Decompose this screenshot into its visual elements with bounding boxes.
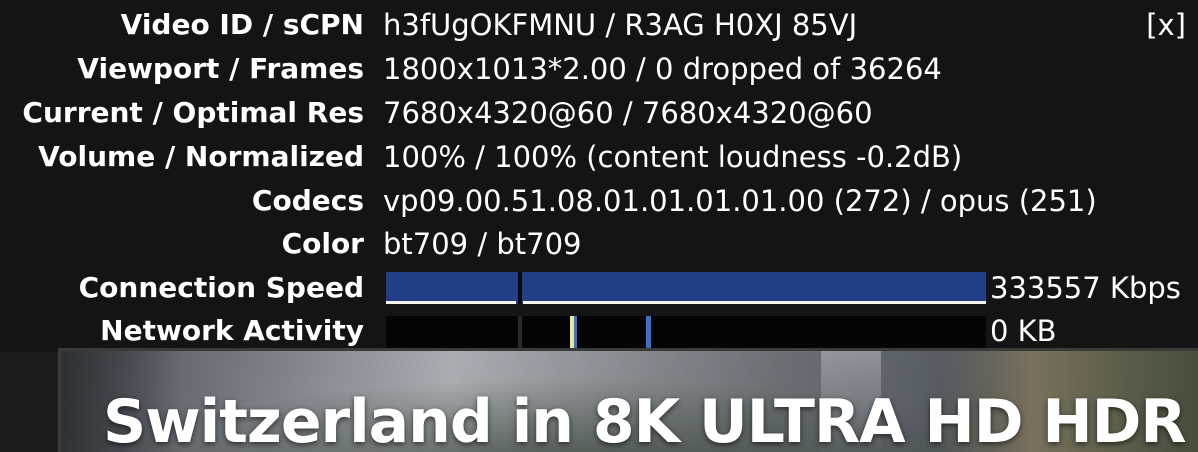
stat-row-viewport: Viewport / Frames 1800x1013*2.00 / 0 dro… <box>0 47 1198 91</box>
stat-value: vp09.00.51.08.01.01.01.01.00 (272) / opu… <box>383 184 1097 218</box>
stats-for-nerds-panel: [x] Video ID / sCPN h3fUgOKFMNU / R3AG H… <box>0 0 1198 352</box>
stat-row-resolution: Current / Optimal Res 7680x4320@60 / 768… <box>0 91 1198 135</box>
network-activity-spike <box>574 316 577 348</box>
network-activity-value: 0 KB <box>990 314 1057 348</box>
stat-row-codecs: Codecs vp09.00.51.08.01.01.01.01.00 (272… <box>0 179 1198 223</box>
stat-row-video-id: Video ID / sCPN h3fUgOKFMNU / R3AG H0XJ … <box>0 3 1198 47</box>
stat-label: Viewport / Frames <box>77 52 364 85</box>
connection-speed-graph <box>386 272 986 304</box>
graph-baseline <box>386 301 516 304</box>
connection-speed-value: 333557 Kbps <box>990 271 1181 305</box>
stat-label: Connection Speed <box>78 271 364 304</box>
stat-label: Volume / Normalized <box>38 140 364 173</box>
stat-value: 1800x1013*2.00 / 0 dropped of 36264 <box>383 52 942 86</box>
graph-gap <box>518 272 522 304</box>
stat-value: bt709 / bt709 <box>383 227 582 261</box>
graph-baseline <box>523 301 986 304</box>
stat-value: h3fUgOKFMNU / R3AG H0XJ 85VJ <box>383 8 858 42</box>
stat-value: 100% / 100% (content loudness -0.2dB) <box>383 140 963 174</box>
stat-value: 7680x4320@60 / 7680x4320@60 <box>383 96 873 130</box>
graph-gap <box>518 316 522 348</box>
stat-label: Codecs <box>251 184 364 217</box>
stat-row-color: Color bt709 / bt709 <box>0 222 1198 266</box>
stat-label: Network Activity <box>100 314 364 347</box>
network-activity-spike <box>646 316 651 348</box>
stat-label: Video ID / sCPN <box>120 8 364 41</box>
stat-label: Current / Optimal Res <box>22 96 364 129</box>
stat-row-volume: Volume / Normalized 100% / 100% (content… <box>0 135 1198 179</box>
stat-label: Color <box>281 227 364 260</box>
player-area: [x] Video ID / sCPN h3fUgOKFMNU / R3AG H… <box>0 0 1198 452</box>
video-thumbnail-card[interactable]: Switzerland in 8K ULTRA HD HDR - <box>58 348 1198 452</box>
network-activity-graph <box>386 316 986 348</box>
video-title: Switzerland in 8K ULTRA HD HDR - <box>103 387 1198 452</box>
